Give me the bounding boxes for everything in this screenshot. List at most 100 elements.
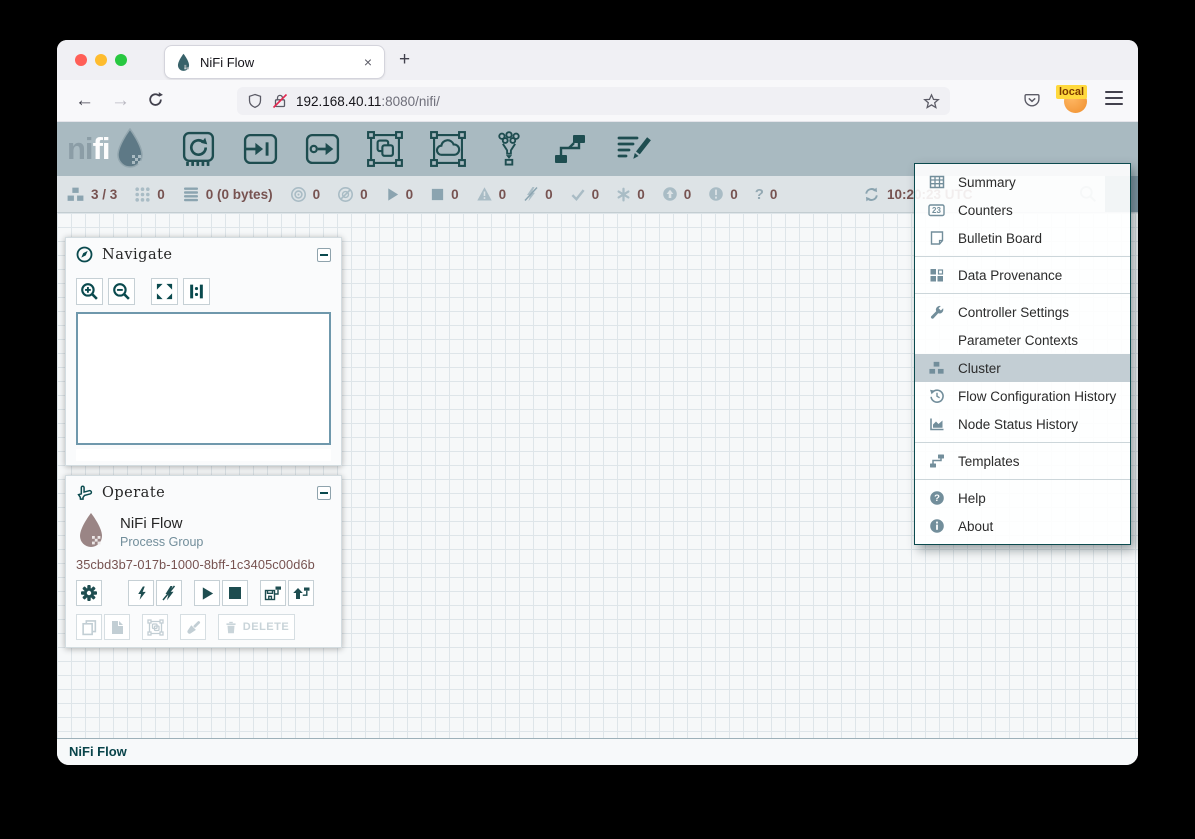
menu-item-flow-configuration-history[interactable]: Flow Configuration History [915, 382, 1130, 410]
insecure-lock-icon[interactable] [272, 93, 288, 109]
input-port-component[interactable] [242, 132, 279, 166]
label-component[interactable] [614, 131, 654, 167]
enable-button[interactable] [128, 580, 154, 606]
locally-modified-icon [616, 187, 631, 202]
component-palette [180, 130, 654, 168]
funnel-component[interactable] [492, 130, 526, 168]
birdseye-slider[interactable] [76, 449, 331, 461]
back-icon[interactable]: ← [75, 89, 94, 113]
menu-item-templates[interactable]: Templates [915, 447, 1130, 475]
paste-button [104, 614, 130, 640]
url-bar[interactable]: 192.168.40.11:8080/nifi/ [237, 87, 950, 115]
macos-close-button[interactable] [75, 54, 87, 66]
browser-tab-bar: NiFi Flow × + [57, 40, 1138, 80]
container-tab-badge: local [1056, 85, 1087, 99]
url-text[interactable]: 192.168.40.11:8080/nifi/ [296, 94, 923, 109]
collapse-operate-button[interactable] [317, 486, 331, 500]
cluster-icon [928, 360, 945, 376]
new-tab-button[interactable]: + [399, 48, 410, 72]
remote-process-group-component[interactable] [429, 130, 467, 168]
svg-text:?: ? [934, 493, 940, 504]
navigate-panel: Navigate [65, 237, 342, 466]
sync-failure-status: ? 0 [755, 186, 778, 203]
macos-zoom-button[interactable] [115, 54, 127, 66]
stopped-status: 0 [430, 187, 459, 202]
start-button[interactable] [194, 580, 220, 606]
save-template-button[interactable] [260, 580, 286, 606]
browser-tab[interactable]: NiFi Flow × [164, 45, 385, 79]
running-icon [385, 187, 400, 202]
color-button [180, 614, 206, 640]
locally-modified-and-stale-status: 0 [708, 186, 738, 202]
configure-button[interactable] [76, 580, 102, 606]
zoom-in-button[interactable] [76, 278, 103, 305]
zoom-out-button[interactable] [108, 278, 135, 305]
running-status: 0 [385, 187, 414, 202]
refresh-icon[interactable] [863, 186, 880, 203]
breadcrumb-bar: NiFi Flow [57, 738, 1138, 765]
menu-item-bulletin-board[interactable]: Bulletin Board [915, 224, 1130, 252]
menu-item-summary[interactable]: Summary [915, 168, 1130, 196]
menu-item-cluster[interactable]: Cluster [915, 354, 1130, 382]
menu-item-parameter-contexts[interactable]: Parameter Contexts [915, 326, 1130, 354]
data-provenance-icon [929, 267, 945, 283]
transmitting-icon [290, 186, 307, 203]
upload-template-button[interactable] [288, 580, 314, 606]
menu-item-node-status-history[interactable]: Node Status History [915, 410, 1130, 438]
zoom-actual-size-button[interactable] [183, 278, 210, 305]
summary-icon [929, 174, 945, 190]
flow-configuration-history-icon [929, 388, 945, 404]
shield-icon[interactable] [247, 93, 263, 109]
nifi-drop-logo [112, 128, 148, 170]
selected-component-id: 35cbd3b7-017b-1000-8bff-1c3405c00d6b [66, 550, 341, 572]
tab-close-icon[interactable]: × [362, 54, 374, 70]
bookmark-star-icon[interactable] [923, 93, 940, 110]
process-group-component[interactable] [366, 130, 404, 168]
controller-settings-icon [929, 304, 945, 320]
counters-icon: 23 [928, 202, 945, 218]
transmitting-status: 0 [290, 186, 321, 203]
locally-modified-status: 0 [616, 187, 645, 202]
group-button [142, 614, 168, 640]
breadcrumb[interactable]: NiFi Flow [69, 739, 1138, 765]
url-host: 192.168.40.11 [296, 94, 381, 109]
menu-item-help[interactable]: ? Help [915, 484, 1130, 512]
menu-item-counters[interactable]: 23 Counters [915, 196, 1130, 224]
menu-item-about[interactable]: About [915, 512, 1130, 540]
pocket-icon[interactable] [1023, 92, 1041, 109]
operate-title: Operate [102, 485, 317, 501]
menu-item-controller-settings[interactable]: Controller Settings [915, 298, 1130, 326]
disable-button[interactable] [156, 580, 182, 606]
logo-fi: fi [93, 131, 110, 166]
operate-panel: Operate NiFi Flow Process Group 35cbd3b7… [65, 475, 342, 648]
browser-menu-icon[interactable] [1105, 91, 1123, 109]
profile-avatar[interactable]: local [1061, 87, 1089, 115]
menu-item-data-provenance[interactable]: Data Provenance [915, 261, 1130, 289]
collapse-navigate-button[interactable] [317, 248, 331, 262]
stopped-icon [430, 187, 445, 202]
processor-component[interactable] [180, 130, 217, 168]
zoom-fit-button[interactable] [151, 278, 178, 305]
macos-minimize-button[interactable] [95, 54, 107, 66]
url-path: :8080/nifi/ [381, 94, 440, 109]
invalid-icon [476, 186, 493, 202]
logo-ni: ni [67, 131, 93, 166]
stop-button[interactable] [222, 580, 248, 606]
menu-separator [915, 293, 1130, 294]
selected-component-type: Process Group [120, 535, 203, 549]
about-icon [929, 518, 945, 534]
tab-title: NiFi Flow [200, 55, 362, 70]
reload-icon[interactable] [147, 91, 164, 108]
output-port-component[interactable] [304, 132, 341, 166]
cluster-icon [66, 186, 85, 203]
cluster-status: 3 / 3 [66, 186, 117, 203]
templates-icon [929, 453, 945, 469]
template-component[interactable] [551, 131, 589, 167]
birdseye-view[interactable] [76, 312, 331, 445]
up-to-date-icon [570, 187, 586, 202]
copy-button [76, 614, 102, 640]
not-transmitting-icon [337, 186, 354, 203]
selected-component-name: NiFi Flow [120, 515, 203, 532]
menu-separator [915, 442, 1130, 443]
active-threads-icon [134, 186, 151, 203]
